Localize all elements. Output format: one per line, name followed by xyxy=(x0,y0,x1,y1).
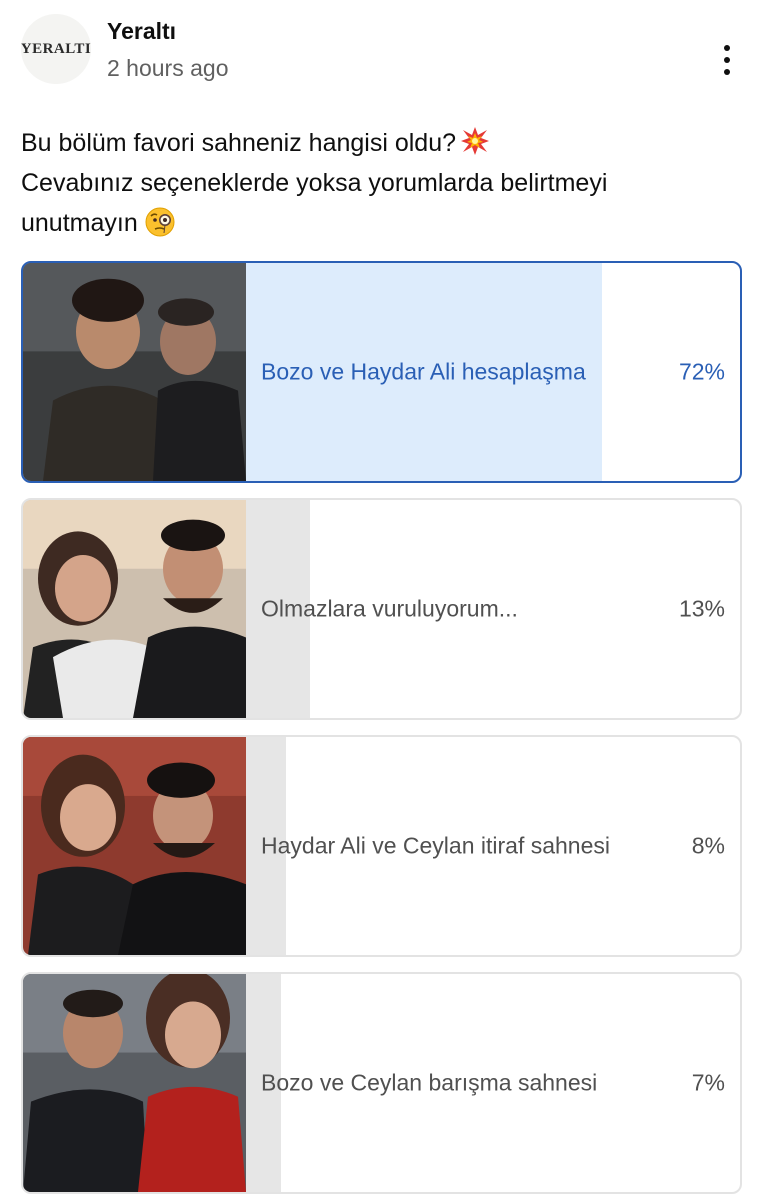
post-text-line-1: Bu bölüm favori sahneniz hangisi oldu? xyxy=(21,123,741,163)
poll-option-3-percent: 8% xyxy=(691,832,725,859)
channel-avatar[interactable]: YERALTI xyxy=(21,14,91,84)
collision-emoji-icon xyxy=(461,127,489,155)
poll-option-2-thumbnail xyxy=(23,500,246,718)
more-vertical-icon[interactable] xyxy=(714,40,740,80)
poll-option-4[interactable]: Bozo ve Ceylan barışma sahnesi 7% xyxy=(21,972,742,1194)
poll-option-3-thumbnail xyxy=(23,737,246,955)
poll-option-3-label: Haydar Ali ve Ceylan itiraf sahnesi xyxy=(261,832,610,859)
poll-option-2-percent: 13% xyxy=(678,595,725,622)
post-text-line-2: Cevabınız seçeneklerde yoksa yorumlarda … xyxy=(21,169,608,197)
poll-option-1-label: Bozo ve Haydar Ali hesaplaşma xyxy=(261,358,586,385)
poll-option-4-percent: 7% xyxy=(691,1069,725,1096)
poll-option-4-thumbnail xyxy=(23,974,246,1192)
poll-option-4-label: Bozo ve Ceylan barışma sahnesi xyxy=(261,1069,598,1096)
post-timestamp: 2 hours ago xyxy=(107,55,229,81)
face-with-monocle-emoji-icon xyxy=(145,207,175,237)
poll-option-1-thumbnail xyxy=(23,263,246,481)
channel-name[interactable]: Yeraltı xyxy=(107,18,176,45)
post-header: YERALTI Yeraltı 2 hours ago xyxy=(0,0,763,100)
poll-option-1-percent: 72% xyxy=(678,358,725,385)
post-text: Bu bölüm favori sahneniz hangisi oldu? C… xyxy=(21,123,741,243)
poll-option-3[interactable]: Haydar Ali ve Ceylan itiraf sahnesi 8% xyxy=(21,735,742,957)
avatar-logo-text: YERALTI xyxy=(21,40,91,57)
post-text-line-3: unutmayın xyxy=(21,203,741,243)
poll-option-1[interactable]: Bozo ve Haydar Ali hesaplaşma 72% xyxy=(21,261,742,483)
poll-option-2-label: Olmazlara vuruluyorum... xyxy=(261,595,518,622)
poll-option-2[interactable]: Olmazlara vuruluyorum... 13% xyxy=(21,498,742,720)
